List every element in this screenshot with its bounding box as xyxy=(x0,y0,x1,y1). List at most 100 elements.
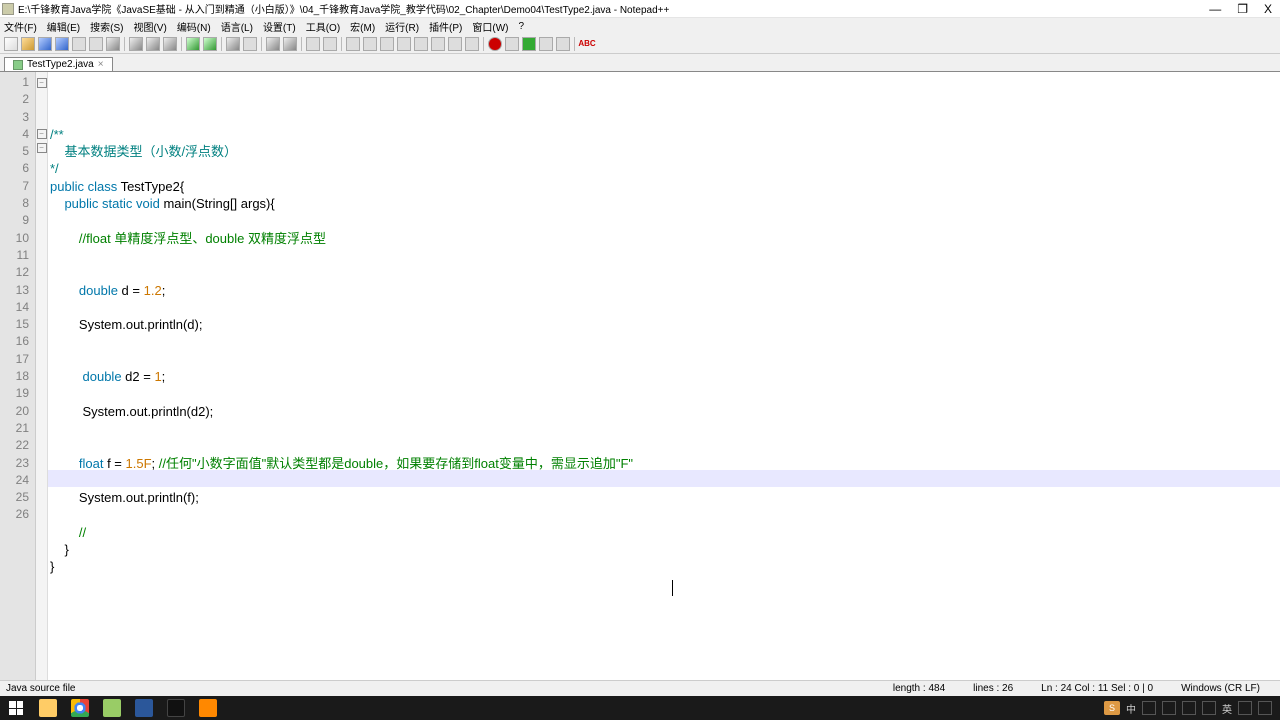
menu-help[interactable]: ? xyxy=(519,21,525,32)
menu-run[interactable]: 运行(R) xyxy=(385,19,419,34)
tray-icon[interactable] xyxy=(1162,701,1176,715)
taskbar-notepadpp[interactable] xyxy=(96,696,128,720)
line-number-gutter: 123456789 1011121314151617 1819202122232… xyxy=(0,72,36,680)
status-eol: Windows (CR LF) xyxy=(1181,683,1260,694)
macro-record-icon[interactable] xyxy=(488,37,502,51)
sync-v-icon[interactable] xyxy=(306,37,320,51)
new-file-icon[interactable] xyxy=(4,37,18,51)
sync-h-icon[interactable] xyxy=(323,37,337,51)
maximize-button[interactable]: ❐ xyxy=(1237,2,1248,16)
open-file-icon[interactable] xyxy=(21,37,35,51)
cut-icon[interactable] xyxy=(129,37,143,51)
fold-marker-icon[interactable]: − xyxy=(37,143,47,153)
separator xyxy=(261,37,262,51)
tab-label: TestType2.java xyxy=(27,59,94,70)
taskbar-chrome[interactable] xyxy=(64,696,96,720)
print-icon[interactable] xyxy=(106,37,120,51)
menu-tools[interactable]: 工具(O) xyxy=(306,19,340,34)
taskbar-media[interactable] xyxy=(192,696,224,720)
start-button[interactable] xyxy=(0,696,32,720)
menu-settings[interactable]: 设置(T) xyxy=(263,19,296,34)
folder-icon[interactable] xyxy=(448,37,462,51)
notepadpp-icon xyxy=(103,699,121,717)
menu-view[interactable]: 视图(V) xyxy=(133,19,166,34)
fold-marker-icon[interactable]: − xyxy=(37,129,47,139)
tray-icon[interactable] xyxy=(1142,701,1156,715)
paste-icon[interactable] xyxy=(163,37,177,51)
menu-edit[interactable]: 编辑(E) xyxy=(47,19,80,34)
spellcheck-icon[interactable]: ABC xyxy=(579,38,595,50)
separator xyxy=(221,37,222,51)
ime-icon[interactable]: S xyxy=(1104,701,1120,715)
close-button[interactable]: X xyxy=(1264,2,1272,16)
editor-area: 123456789 1011121314151617 1819202122232… xyxy=(0,72,1280,680)
copy-icon[interactable] xyxy=(146,37,160,51)
indent-guide-icon[interactable] xyxy=(380,37,394,51)
tab-close-icon[interactable]: × xyxy=(98,59,104,70)
windows-logo-icon xyxy=(9,701,23,715)
ime-lang[interactable]: 中 xyxy=(1126,701,1136,716)
taskbar: S 中 英 xyxy=(0,696,1280,720)
wordwrap-icon[interactable] xyxy=(346,37,360,51)
fold-marker-icon[interactable]: − xyxy=(37,78,47,88)
status-filetype: Java source file xyxy=(6,683,879,694)
allchars-icon[interactable] xyxy=(363,37,377,51)
toolbar: ABC xyxy=(0,34,1280,54)
window-title: E:\千锋教育Java学院《JavaSE基础 - 从入门到精通（小白版）》\04… xyxy=(18,1,1209,16)
media-icon xyxy=(199,699,217,717)
udm-icon[interactable] xyxy=(397,37,411,51)
zoom-out-icon[interactable] xyxy=(283,37,297,51)
menu-window[interactable]: 窗口(W) xyxy=(472,19,508,34)
macro-save-icon[interactable] xyxy=(556,37,570,51)
terminal-icon xyxy=(167,699,185,717)
tab-bar: TestType2.java × xyxy=(0,54,1280,72)
taskbar-explorer[interactable] xyxy=(32,696,64,720)
funclist-icon[interactable] xyxy=(431,37,445,51)
separator xyxy=(181,37,182,51)
macro-multi-icon[interactable] xyxy=(539,37,553,51)
undo-icon[interactable] xyxy=(186,37,200,51)
tab-testtype2[interactable]: TestType2.java × xyxy=(4,57,113,71)
file-type-icon xyxy=(13,60,23,70)
menu-encoding[interactable]: 编码(N) xyxy=(177,19,211,34)
docmap-icon[interactable] xyxy=(414,37,428,51)
macro-stop-icon[interactable] xyxy=(505,37,519,51)
network-icon[interactable] xyxy=(1202,701,1216,715)
save-all-icon[interactable] xyxy=(55,37,69,51)
app-icon xyxy=(2,3,14,15)
chrome-icon xyxy=(71,699,89,717)
menu-bar: 文件(F) 编辑(E) 搜索(S) 视图(V) 编码(N) 语言(L) 设置(T… xyxy=(0,18,1280,34)
menu-plugins[interactable]: 插件(P) xyxy=(429,19,462,34)
close-file-icon[interactable] xyxy=(72,37,86,51)
speaker-icon[interactable] xyxy=(1182,701,1196,715)
close-all-icon[interactable] xyxy=(89,37,103,51)
separator xyxy=(301,37,302,51)
menu-search[interactable]: 搜索(S) xyxy=(90,19,123,34)
menu-macro[interactable]: 宏(M) xyxy=(350,19,375,34)
save-icon[interactable] xyxy=(38,37,52,51)
fold-column: − − − xyxy=(36,72,48,680)
taskbar-cmd[interactable] xyxy=(160,696,192,720)
text-cursor xyxy=(672,580,673,596)
replace-icon[interactable] xyxy=(243,37,257,51)
redo-icon[interactable] xyxy=(203,37,217,51)
status-bar: Java source file length : 484 lines : 26… xyxy=(0,680,1280,696)
separator xyxy=(341,37,342,51)
macro-play-icon[interactable] xyxy=(522,37,536,51)
code-editor[interactable]: /** 基本数据类型（小数/浮点数）*/public class TestTyp… xyxy=(48,72,1280,680)
separator xyxy=(483,37,484,51)
ime-input[interactable]: 英 xyxy=(1222,701,1232,716)
find-icon[interactable] xyxy=(226,37,240,51)
status-position: Ln : 24 Col : 11 Sel : 0 | 0 xyxy=(1041,683,1153,694)
monitor-icon[interactable] xyxy=(465,37,479,51)
zoom-in-icon[interactable] xyxy=(266,37,280,51)
menu-language[interactable]: 语言(L) xyxy=(221,19,253,34)
menu-file[interactable]: 文件(F) xyxy=(4,19,37,34)
tray-icon[interactable] xyxy=(1258,701,1272,715)
separator xyxy=(574,37,575,51)
minimize-button[interactable]: — xyxy=(1209,2,1221,16)
taskbar-word[interactable] xyxy=(128,696,160,720)
status-length: length : 484 xyxy=(893,683,945,694)
word-icon xyxy=(135,699,153,717)
action-center-icon[interactable] xyxy=(1238,701,1252,715)
